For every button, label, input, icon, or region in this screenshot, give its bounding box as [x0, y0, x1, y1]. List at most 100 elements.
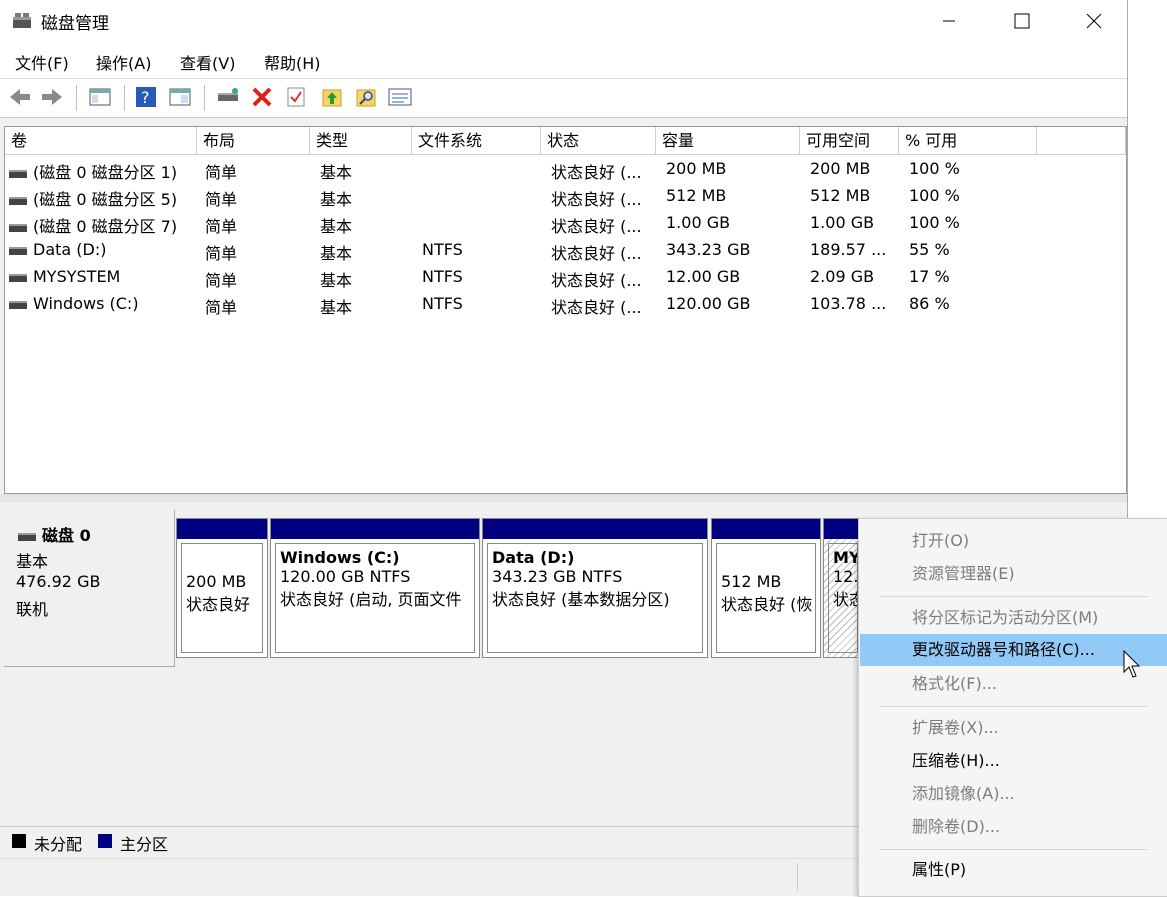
partition-bar: [824, 519, 862, 539]
close-icon: [1086, 13, 1102, 29]
delete-button[interactable]: [250, 85, 274, 109]
menu-separator: [879, 849, 1148, 850]
column-header-volume[interactable]: 卷: [5, 127, 197, 155]
volume-icon: [9, 300, 27, 309]
disk-name: 磁盘 0: [42, 526, 91, 545]
menu-file[interactable]: 文件(F): [15, 50, 69, 74]
back-button[interactable]: [8, 85, 32, 109]
menu-item-shrink[interactable]: 压缩卷(H)...: [860, 745, 1167, 777]
partition-windows-c[interactable]: Windows (C:) 120.00 GB NTFS 状态良好 (启动, 页面…: [270, 518, 480, 658]
volume-cell-layout: 简单: [205, 217, 238, 236]
title-bar[interactable]: 磁盘管理: [0, 0, 1127, 42]
menu-item-explore[interactable]: 资源管理器(E): [860, 558, 1167, 590]
window-title: 磁盘管理: [41, 14, 109, 34]
volume-row[interactable]: Data (D:) 简单 基本 NTFS 状态良好 (... 343.23 GB 189.5…: [5, 237, 1126, 264]
partition-size: 200 MB: [186, 572, 247, 591]
volume-cell-fs: NTFS: [422, 294, 463, 313]
menu-bar: 文件(F) 操作(A) 查看(V) 帮助(H): [0, 42, 1127, 79]
column-header-filesystem[interactable]: 文件系统: [412, 127, 541, 155]
volume-row[interactable]: (磁盘 0 磁盘分区 5) 简单 基本 状态良好 (... 512 MB 512 MB 10…: [5, 183, 1126, 210]
menu-separator: [879, 706, 1148, 707]
search-folder-button[interactable]: [354, 85, 378, 109]
column-header-filler: [1037, 127, 1126, 155]
volume-cell-name: Data (D:): [9, 240, 106, 259]
show-hide-tree-button[interactable]: [88, 85, 112, 109]
pane-splitter[interactable]: [0, 494, 1127, 502]
volume-cell-pct: 100 %: [909, 159, 960, 178]
menu-action[interactable]: 操作(A): [96, 50, 151, 74]
maximize-button[interactable]: [999, 0, 1045, 42]
volume-cell-pct: 86 %: [909, 294, 950, 313]
menu-item-add-mirror[interactable]: 添加镜像(A)...: [860, 778, 1167, 810]
toolbar-separator: [124, 85, 125, 111]
menu-view[interactable]: 查看(V): [180, 50, 235, 74]
properties-view-icon: [169, 88, 191, 106]
partition-title: Windows (C:): [280, 548, 400, 567]
volume-cell-name: (磁盘 0 磁盘分区 7): [9, 213, 177, 237]
disk-management-app-icon: [13, 13, 31, 28]
volume-cell-pct: 100 %: [909, 213, 960, 232]
volume-name: Windows (C:): [33, 294, 139, 313]
partition-mysystem[interactable]: MY 12. 状态: [823, 518, 863, 658]
partition-1[interactable]: 200 MB 状态良好: [176, 518, 268, 658]
check-button[interactable]: [284, 85, 308, 109]
volume-cell-pct: 17 %: [909, 267, 950, 286]
minimize-icon: [943, 20, 955, 22]
minimize-button[interactable]: [926, 0, 972, 42]
column-header-capacity[interactable]: 容量: [656, 127, 800, 155]
volume-row[interactable]: MYSYSTEM 简单 基本 NTFS 状态良好 (... 12.00 GB 2.09 GB…: [5, 264, 1126, 291]
menu-item-delete[interactable]: 删除卷(D)...: [860, 811, 1167, 843]
volume-row[interactable]: (磁盘 0 磁盘分区 7) 简单 基本 状态良好 (... 1.00 GB 1.00 GB…: [5, 210, 1126, 237]
volume-cell-name: (磁盘 0 磁盘分区 1): [9, 159, 177, 183]
up-folder-button[interactable]: [320, 85, 344, 109]
disk-0-info[interactable]: 磁盘 0 基本 476.92 GB 联机: [4, 510, 175, 667]
column-header-free-space[interactable]: 可用空间: [800, 127, 899, 155]
primary-partition-swatch: [98, 834, 112, 848]
list-view-button[interactable]: [388, 85, 412, 109]
volume-row[interactable]: Windows (C:) 简单 基本 NTFS 状态良好 (... 120.00 GB 10…: [5, 291, 1126, 318]
menu-item-properties[interactable]: 属性(P): [860, 854, 1167, 886]
column-header-layout[interactable]: 布局: [197, 127, 310, 155]
connect-disk-button[interactable]: [216, 85, 240, 109]
partition-bar: [177, 519, 267, 539]
menu-help[interactable]: 帮助(H): [264, 50, 321, 74]
help-button[interactable]: ?: [134, 85, 158, 109]
menu-item-open[interactable]: 打开(O): [860, 525, 1167, 557]
close-button[interactable]: [1071, 0, 1117, 42]
partition-data-d[interactable]: Data (D:) 343.23 GB NTFS 状态良好 (基本数据分区): [482, 518, 708, 658]
context-menu: 打开(O) 资源管理器(E) 将分区标记为活动分区(M) 更改驱动器号和路径(C…: [858, 518, 1167, 897]
menu-item-mark-active[interactable]: 将分区标记为活动分区(M): [860, 602, 1167, 634]
delete-icon: [252, 87, 272, 107]
toolbar: ?: [0, 79, 1127, 118]
volume-row[interactable]: (磁盘 0 磁盘分区 1) 简单 基本 状态良好 (... 200 MB 200 MB 10…: [5, 156, 1126, 183]
column-header-percent-free[interactable]: % 可用: [899, 127, 1037, 155]
properties-view-button[interactable]: [168, 85, 192, 109]
volume-cell-type: 基本: [320, 190, 353, 209]
menu-item-change-drive-letter[interactable]: 更改驱动器号和路径(C)...: [860, 634, 1167, 666]
svg-text:?: ?: [141, 88, 150, 107]
partition-size: 512 MB: [721, 572, 782, 591]
menu-separator: [879, 596, 1148, 597]
forward-button[interactable]: [40, 85, 64, 109]
volume-cell-fs: NTFS: [422, 267, 463, 286]
search-folder-icon: [356, 89, 376, 107]
volume-name: Data (D:): [33, 240, 107, 259]
column-header-status[interactable]: 状态: [541, 127, 656, 155]
volume-list[interactable]: 卷 布局 类型 文件系统 状态 容量 可用空间 % 可用 (磁盘 0 磁盘分区 …: [4, 126, 1127, 494]
volume-name: (磁盘 0 磁盘分区 7): [33, 217, 178, 236]
partition-size: 120.00 GB NTFS: [280, 567, 411, 586]
partition-status: 状态: [833, 590, 857, 609]
volume-icon: [9, 223, 27, 232]
menu-item-extend[interactable]: 扩展卷(X)...: [860, 712, 1167, 744]
partition-bar: [483, 519, 707, 539]
volume-cell-capacity: 343.23 GB: [666, 240, 751, 259]
column-header-type[interactable]: 类型: [310, 127, 412, 155]
up-folder-icon: [322, 89, 342, 107]
volume-cell-status: 状态良好 (...: [551, 298, 642, 317]
partition-5[interactable]: 512 MB 状态良好 (恢: [711, 518, 821, 658]
volume-cell-type: 基本: [320, 163, 353, 182]
partition-title: MY: [833, 548, 858, 567]
menu-item-format[interactable]: 格式化(F)...: [860, 668, 1167, 700]
toolbar-separator: [204, 85, 205, 111]
legend-unallocated: 未分配: [34, 835, 83, 854]
